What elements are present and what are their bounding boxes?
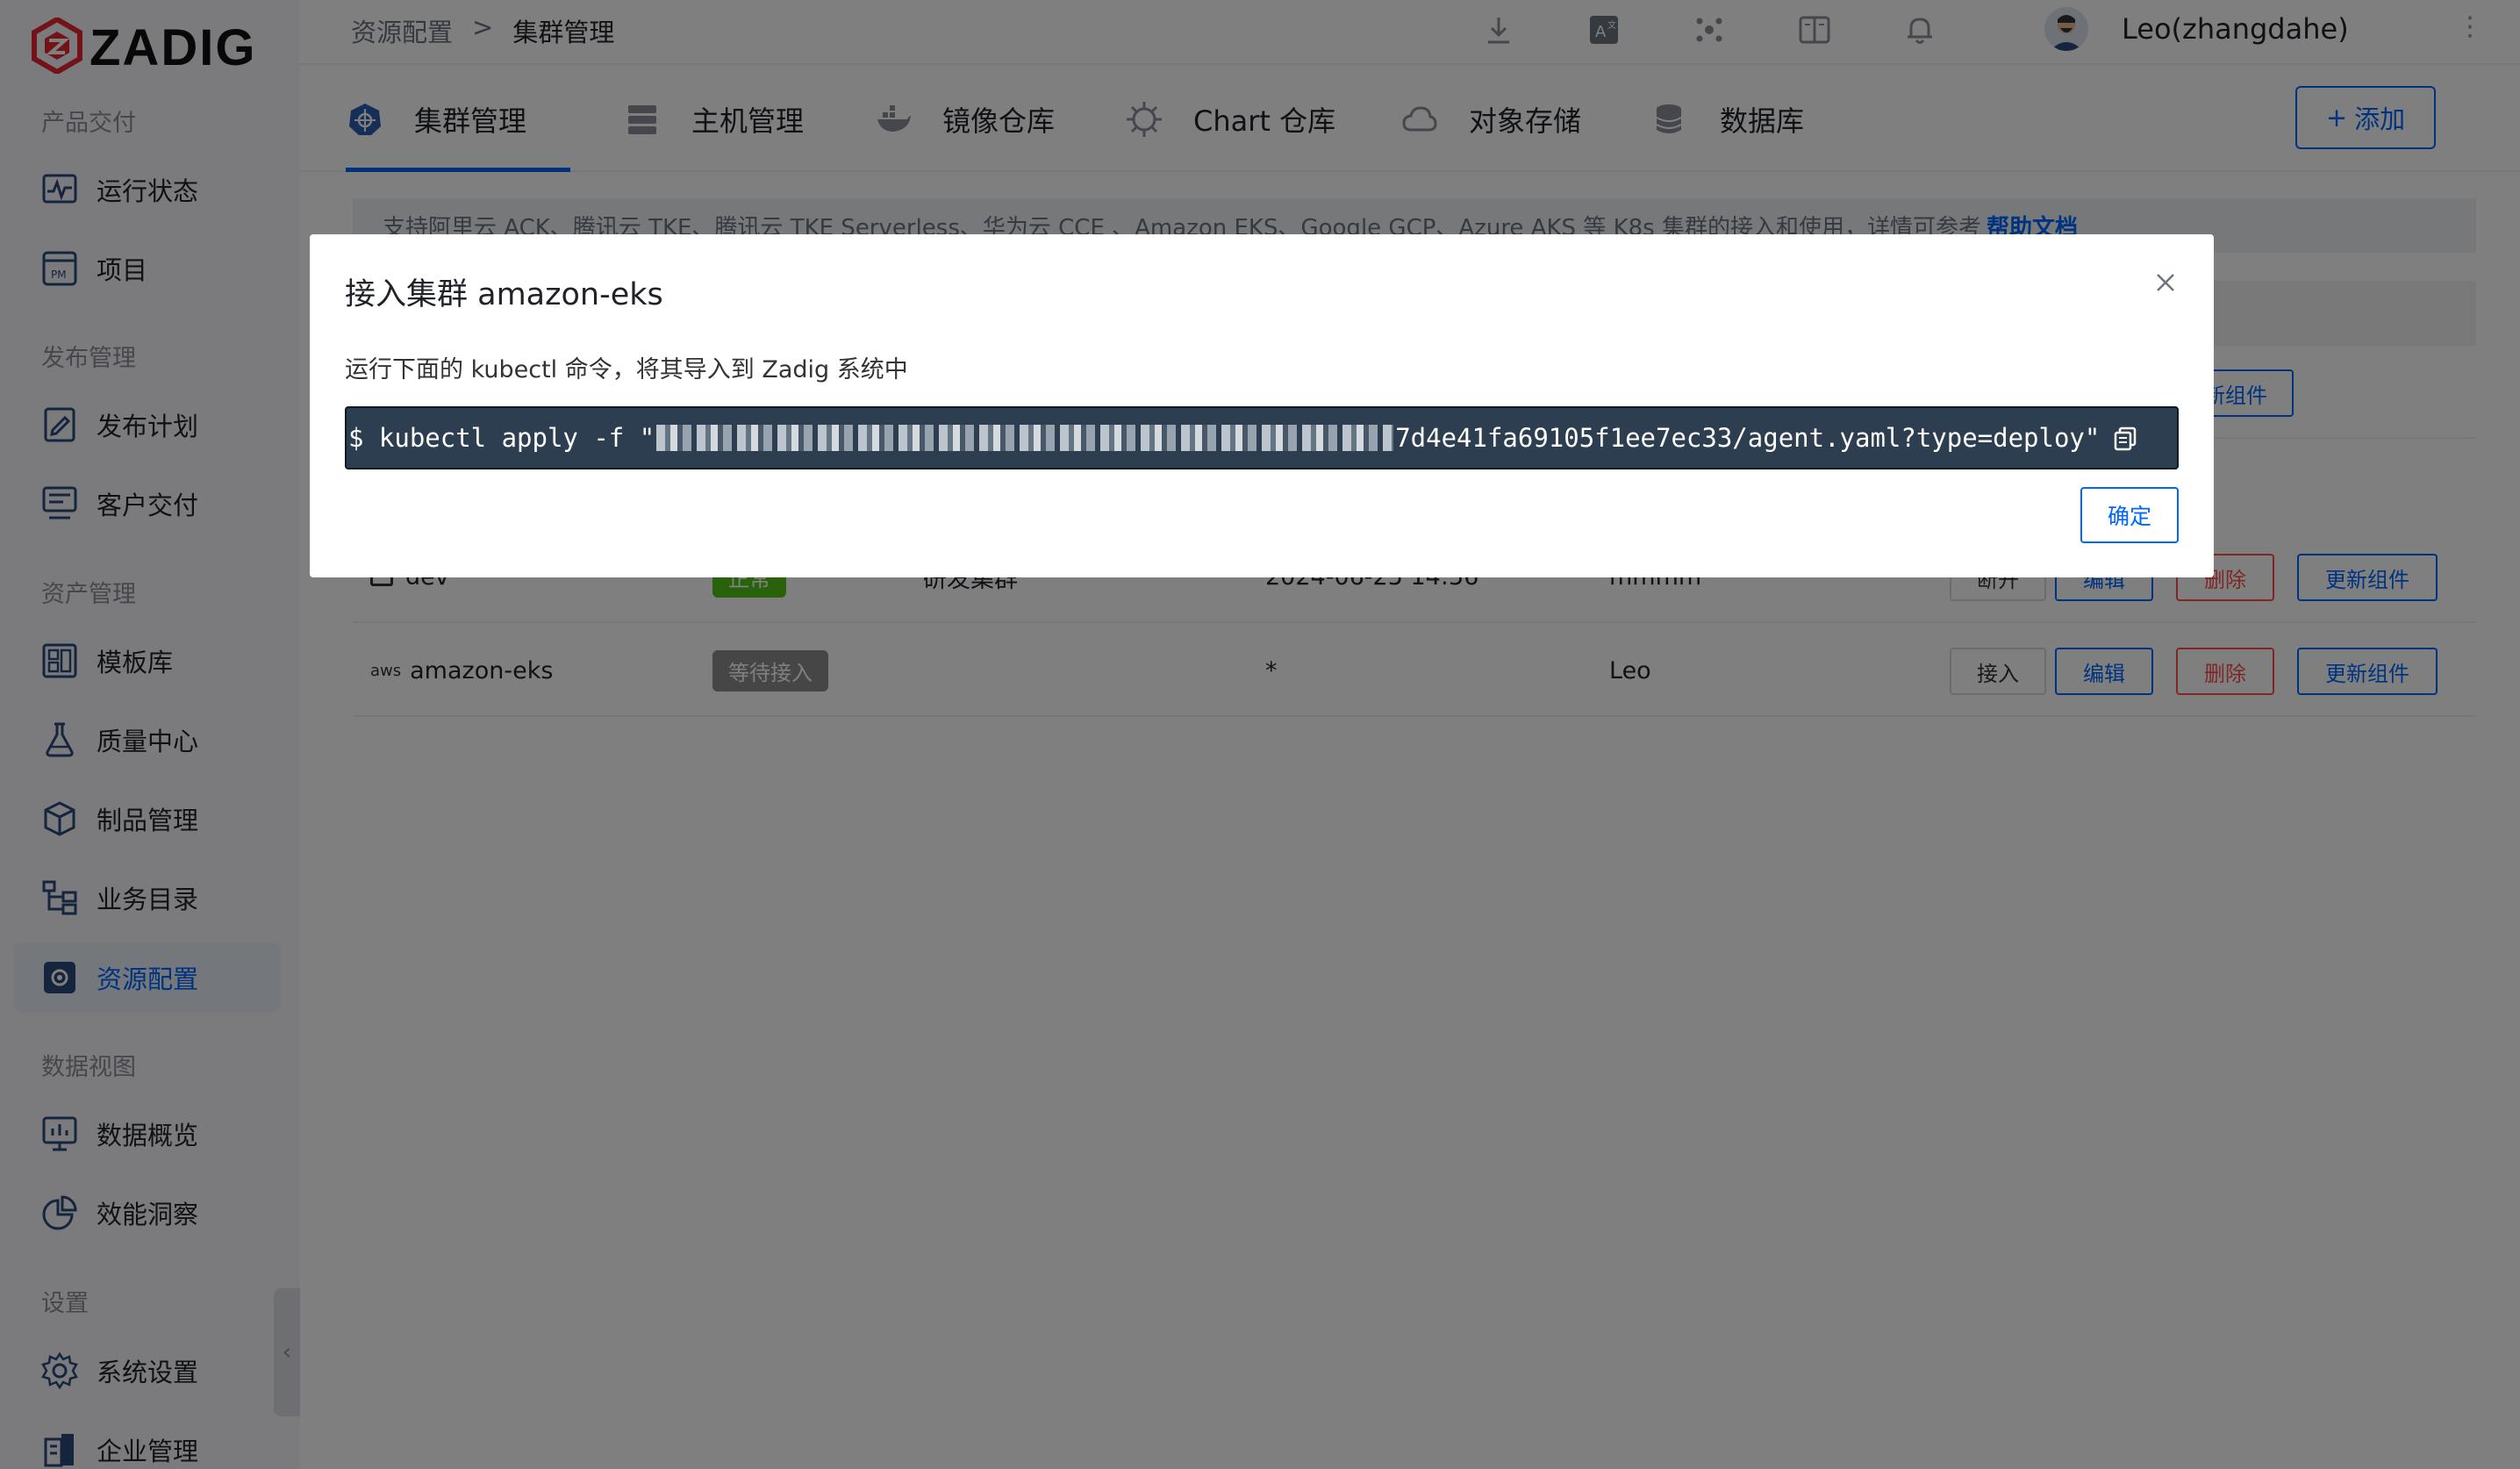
close-icon[interactable] bbox=[2152, 269, 2179, 296]
command-prefix: $ kubectl apply -f " bbox=[348, 423, 655, 453]
modal-backdrop[interactable] bbox=[0, 0, 2520, 1469]
command-suffix: 7d4e41fa69105f1ee7ec33/agent.yaml?type=d… bbox=[1395, 423, 2101, 453]
connect-cluster-dialog: 接入集群 amazon-eks 运行下面的 kubectl 命令，将其导入到 Z… bbox=[310, 234, 2214, 577]
confirm-button[interactable]: 确定 bbox=[2080, 487, 2179, 543]
command-box[interactable]: $ kubectl apply -f " 7d4e41fa69105f1ee7e… bbox=[345, 406, 2179, 469]
copy-icon[interactable] bbox=[2112, 425, 2138, 451]
dialog-title: 接入集群 amazon-eks bbox=[345, 277, 663, 312]
dialog-description: 运行下面的 kubectl 命令，将其导入到 Zadig 系统中 bbox=[345, 356, 908, 383]
command-text: $ kubectl apply -f " 7d4e41fa69105f1ee7e… bbox=[348, 423, 2100, 453]
redacted-url bbox=[656, 425, 1394, 451]
